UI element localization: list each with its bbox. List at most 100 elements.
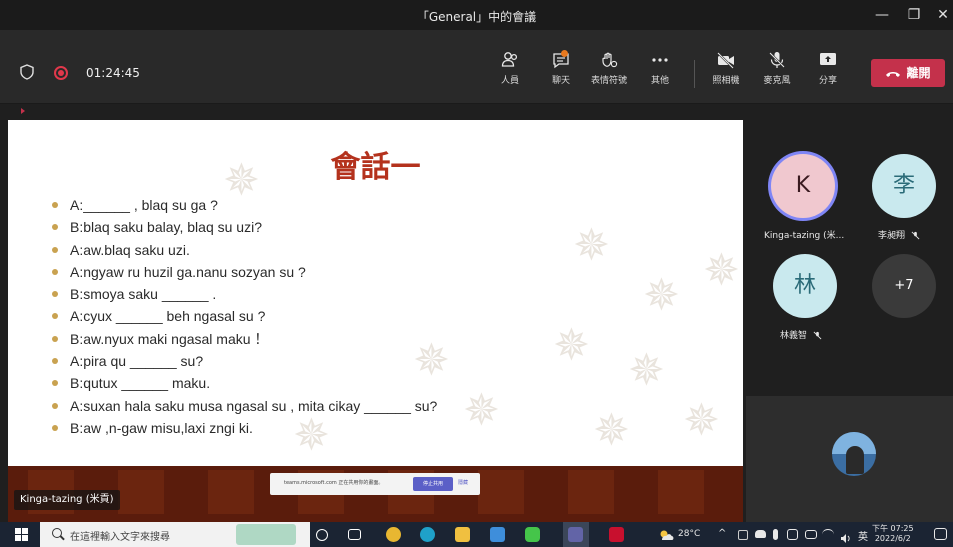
more-button[interactable]: 其他 (638, 50, 682, 96)
maple-leaf-icon: ✵ (683, 395, 720, 446)
list-item: A:aw.blaq saku uzi. (52, 239, 437, 261)
teams-icon[interactable] (568, 527, 583, 542)
participants-panel: K Kinga-tazing (米... 李 李昶翔 林 林義智 +7 (746, 104, 953, 522)
edge-icon[interactable] (420, 527, 435, 542)
line-app-icon[interactable] (525, 527, 540, 542)
file-explorer-icon[interactable] (455, 527, 470, 542)
banner-tile (208, 470, 254, 514)
share-button[interactable]: 分享 (806, 50, 850, 96)
presenter-name-tag: Kinga-tazing (米貢) (14, 490, 120, 510)
windows-start-icon[interactable] (15, 528, 28, 541)
stop-sharing-button[interactable]: 停止共用 (413, 477, 453, 491)
participant-avatar[interactable]: K (771, 154, 835, 218)
mic-off-icon (769, 52, 785, 68)
camera-button[interactable]: 照相機 (704, 50, 748, 96)
participant-name: Kinga-tazing (米... (764, 231, 845, 241)
slide-pointer-icon (21, 108, 25, 114)
list-item: A:suxan hala saku musa ngasal su , mita … (52, 395, 437, 417)
screen-share-notification: teams.microsoft.com 正在共用你的畫面。 停止共用 隱藏 (270, 473, 480, 495)
people-icon (501, 52, 518, 67)
dialogue-list: A:______ , blaq su ga ? B:blaq saku bala… (52, 194, 437, 439)
windows-taskbar: 在這裡輸入文字來搜尋 28°C ^ 英 下午 07:25 2022/6/2 (0, 522, 953, 547)
battery-icon[interactable] (805, 530, 817, 539)
hang-up-icon (886, 71, 901, 77)
notification-dot-icon (561, 50, 568, 57)
taskbar-search-box[interactable]: 在這裡輸入文字來搜尋 (40, 522, 310, 547)
maple-leaf-icon: ✵ (643, 270, 680, 321)
volume-icon[interactable] (840, 529, 852, 543)
cortana-icon[interactable] (316, 529, 328, 541)
netflix-icon[interactable] (609, 527, 624, 542)
people-button[interactable]: 人員 (488, 50, 532, 96)
weather-icon (660, 530, 674, 540)
title-bar: 「General」中的會議 — ❐ ✕ (0, 0, 953, 30)
window-title: 「General」中的會議 (416, 10, 537, 24)
shared-screen-stage: ✵ ✵ ✵ ✵ ✵ ✵ ✵ ✵ ✵ ✵ ✵ 會話一 A:______ , bla… (0, 104, 746, 522)
participant-name: 林義智 (780, 328, 822, 341)
presentation-slide: ✵ ✵ ✵ ✵ ✵ ✵ ✵ ✵ ✵ ✵ ✵ 會話一 A:______ , bla… (8, 120, 743, 466)
maple-leaf-icon: ✵ (628, 345, 665, 396)
usb-icon[interactable] (773, 529, 778, 540)
participant-name-text: 林義智 (780, 331, 808, 341)
hide-button[interactable]: 隱藏 (458, 479, 468, 486)
more-participants-count: +7 (894, 278, 914, 293)
tray-app-icon[interactable] (738, 530, 748, 540)
mic-muted-icon (911, 231, 920, 240)
participant-name: 李昶翔 (878, 228, 920, 241)
list-item: B:aw.nyux maki ngasal maku ！ (52, 328, 437, 350)
tray-window-icon[interactable] (787, 529, 798, 540)
self-video-tile (746, 396, 953, 522)
list-item: A:ngyaw ru huzil ga.nanu sozyan su ? (52, 261, 437, 283)
notification-center-icon[interactable] (934, 528, 947, 540)
search-highlight-image (236, 524, 296, 545)
share-message: teams.microsoft.com 正在共用你的畫面。 (284, 480, 384, 486)
task-view-icon[interactable] (348, 529, 361, 540)
wifi-icon[interactable] (822, 529, 834, 540)
list-item: B:blaq saku balay, blaq su uzi? (52, 216, 437, 238)
meeting-toolbar: 01:24:45 人員 聊天 表情符號 其他 照相機 麥克風 分享 離開 (0, 30, 953, 104)
search-placeholder: 在這裡輸入文字來搜尋 (70, 532, 170, 543)
list-item: B:qutux ______ maku. (52, 372, 437, 394)
reactions-button[interactable]: 表情符號 (587, 50, 631, 96)
reaction-hand-icon (602, 52, 618, 68)
more-label: 其他 (650, 76, 669, 86)
avatar-initial: 李 (892, 173, 915, 198)
maximize-button[interactable]: ❐ (900, 4, 928, 26)
recording-indicator-icon (54, 66, 68, 80)
reactions-label: 表情符號 (590, 76, 627, 86)
close-button[interactable]: ✕ (929, 4, 953, 26)
meeting-timer: 01:24:45 (86, 66, 140, 80)
list-item: A:______ , blaq su ga ? (52, 194, 437, 216)
list-item: B:aw ,n-gaw misu,laxi zngi ki. (52, 417, 437, 439)
clock-date: 2022/6/2 (874, 534, 911, 543)
participant-name-text: 李昶翔 (878, 231, 906, 241)
chrome-icon[interactable] (386, 527, 401, 542)
list-item: A:pira qu ______ su? (52, 350, 437, 372)
onedrive-icon[interactable] (755, 530, 766, 538)
chat-button[interactable]: 聊天 (539, 50, 583, 96)
participant-avatar[interactable]: 林 (773, 254, 837, 318)
input-language[interactable]: 英 (858, 528, 868, 543)
leave-label: 離開 (906, 66, 931, 80)
taskbar-clock[interactable]: 下午 07:25 2022/6/2 (872, 524, 914, 544)
camera-label: 照相機 (712, 76, 740, 86)
mic-button[interactable]: 麥克風 (755, 50, 799, 96)
avatar-initial: 林 (793, 273, 816, 298)
banner-tile (118, 470, 164, 514)
list-item: A:cyux ______ beh ngasal su ? (52, 305, 437, 327)
banner-tile (478, 470, 524, 514)
minimize-button[interactable]: — (868, 4, 896, 26)
banner-tile (658, 470, 704, 514)
mail-icon[interactable] (490, 527, 505, 542)
clock-time: 下午 07:25 (872, 524, 914, 533)
leave-button[interactable]: 離開 (871, 59, 945, 87)
maple-leaf-icon: ✵ (573, 220, 610, 271)
mic-muted-icon (813, 331, 822, 340)
participant-avatar[interactable]: 李 (872, 154, 936, 218)
search-icon (52, 528, 62, 538)
more-participants-button[interactable]: +7 (872, 254, 936, 318)
list-item: B:smoya saku ______ . (52, 283, 437, 305)
tray-expand-icon[interactable]: ^ (718, 528, 726, 539)
chat-label: 聊天 (551, 76, 570, 86)
avatar-initial: K (795, 173, 811, 198)
